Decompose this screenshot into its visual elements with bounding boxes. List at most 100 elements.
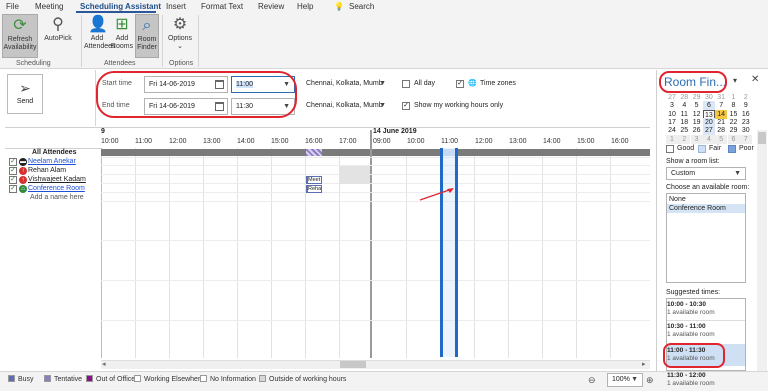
add-name-field[interactable]: Add a name here [30,194,84,201]
group-attendees-label: Attendees [104,60,136,67]
calendar-day[interactable]: 5 [715,134,728,144]
poor-swatch [728,145,736,153]
attendee-name[interactable]: Rehan Alam [28,167,66,174]
legend-item: No Information [200,375,256,383]
add-attendees-button[interactable]: 👤 Add Attendees [84,14,116,58]
menu-scheduling-assistant[interactable]: Scheduling Assistant [80,2,161,11]
menu-file[interactable]: File [6,2,19,11]
start-timezone-select[interactable]: Chennai, Kolkata, Mumb ▼ [302,76,390,93]
chevron-down-icon[interactable]: ▼ [379,76,386,91]
suggestion-time: 10:00 - 10:30 [667,301,707,308]
legend-swatch [86,375,93,382]
required-attendee-icon[interactable]: ↑ [19,167,27,175]
chevron-down-icon[interactable]: ▼ [379,98,386,113]
ribbon-separator [81,15,82,67]
chevron-down-icon[interactable]: ▾ [733,76,737,85]
end-timezone-select[interactable]: Chennai, Kolkata, Mumb ▼ [302,98,390,115]
add-rooms-button[interactable]: ⊞ Add Rooms [110,14,134,58]
zoom-select[interactable]: 100% ▼ [607,373,643,387]
options-button[interactable]: ⚙ Options ⌄ [166,14,194,58]
legend-swatch [200,375,207,382]
calendar-day[interactable]: 6 [727,134,740,144]
hour-label: 15:00 [577,138,595,145]
gridline [271,148,272,358]
row-line [101,192,650,193]
annotation-oval [96,71,297,118]
attendee-name[interactable]: Vishwajeet Kadam [28,176,86,183]
legend-item: Outside of working hours [259,375,346,383]
autopick-icon: ⚲ [52,16,64,33]
choose-room-label: Choose an available room: [666,184,750,191]
gridline [542,148,543,358]
menu-help[interactable]: Help [297,2,313,11]
chevron-down-icon[interactable]: ▼ [734,168,741,179]
hour-label: 17:00 [339,138,357,145]
suggestion-item[interactable]: 10:30 - 11:00 1 available room [667,323,744,339]
calendar-day[interactable]: 4 [702,134,715,144]
room-finder-label-1: Room [137,36,157,43]
attendee-name[interactable]: Conference Room [28,185,85,192]
legend-label: Out of Office [96,376,136,383]
meeting-block[interactable]: Reha [306,185,322,193]
close-icon[interactable]: ✕ [751,74,759,85]
working-hours-checkbox[interactable]: ✓ [402,102,410,110]
room-finder-label-2: Finder [137,44,157,51]
send-button[interactable]: ➢ Send [7,74,43,114]
attendee-checkbox[interactable]: ✓ [9,167,17,175]
hour-label: 11:00 [135,138,152,145]
attendee-checkbox[interactable]: ✓ [9,158,17,166]
calendar-day[interactable]: 7 [739,134,752,144]
add-attendees-label-1: Add [90,35,104,42]
chevron-down-icon[interactable]: ▼ [631,374,638,386]
fair-swatch [698,145,706,153]
zoom-out-icon[interactable]: ⊖ [588,375,596,386]
row-line [101,157,650,158]
start-timezone-value: Chennai, Kolkata, Mumb [306,80,383,87]
room-finder-button[interactable]: ⌕ Room Finder [135,14,159,58]
hour-label: 16:00 [305,138,323,145]
legend-label: Tentative [54,376,83,383]
required-attendee-icon[interactable]: ↑ [19,176,27,184]
autopick-button[interactable]: ⚲ AutoPick [40,14,76,58]
hour-label: 09:00 [373,138,391,145]
scrollbar-thumb[interactable] [758,132,766,144]
menu-format-text[interactable]: Format Text [201,2,243,11]
calendar-day[interactable]: 3 [690,134,703,144]
scroll-right-icon[interactable]: ▸ [642,360,646,368]
group-scheduling-label: Scheduling [16,60,51,67]
working-hours-label: Show my working hours only [414,102,504,109]
room-option[interactable]: Conference Room [669,205,726,212]
menu-review[interactable]: Review [258,2,284,11]
scroll-left-icon[interactable]: ◂ [102,360,106,368]
panel-scrollbar[interactable] [757,130,767,371]
legend-swatch [134,375,141,382]
room-option[interactable]: None [669,196,686,203]
menu-meeting[interactable]: Meeting [35,2,63,11]
good-swatch [666,145,674,153]
zoom-in-icon[interactable]: ⊕ [646,375,654,386]
calendar-day[interactable]: 1 [666,134,678,144]
refresh-availability-button[interactable]: ⟳ Refresh Availability [2,14,38,58]
calendar-day[interactable]: 2 [678,134,691,144]
gridline [508,148,509,358]
gridline [203,148,204,358]
attendee-checkbox[interactable]: ✓ [9,185,17,193]
row-line [101,165,650,166]
hour-label: 13:00 [509,138,527,145]
selected-meeting-range[interactable] [440,148,458,357]
menu-search[interactable]: Search [349,2,374,11]
attendee-name[interactable]: Neelam Anekar [28,158,76,165]
selected-slot-header [443,149,455,156]
menu-insert[interactable]: Insert [166,2,186,11]
suggestion-item[interactable]: 10:00 - 10:30 1 available room [667,301,744,317]
horizontal-scrollbar[interactable] [101,360,650,369]
attendee-checkbox[interactable]: ✓ [9,176,17,184]
meeting-block[interactable]: Meet [306,176,322,184]
suggestion-item[interactable]: 11:30 - 12:00 1 available room [667,372,744,388]
row-line [101,174,650,175]
room-icon[interactable]: ⌂ [19,185,27,193]
scrollbar-thumb[interactable] [340,361,366,368]
room-list-select[interactable]: Custom ▼ [666,167,746,180]
all-day-checkbox[interactable] [402,80,410,88]
time-zones-checkbox[interactable]: ✓ [456,80,464,88]
